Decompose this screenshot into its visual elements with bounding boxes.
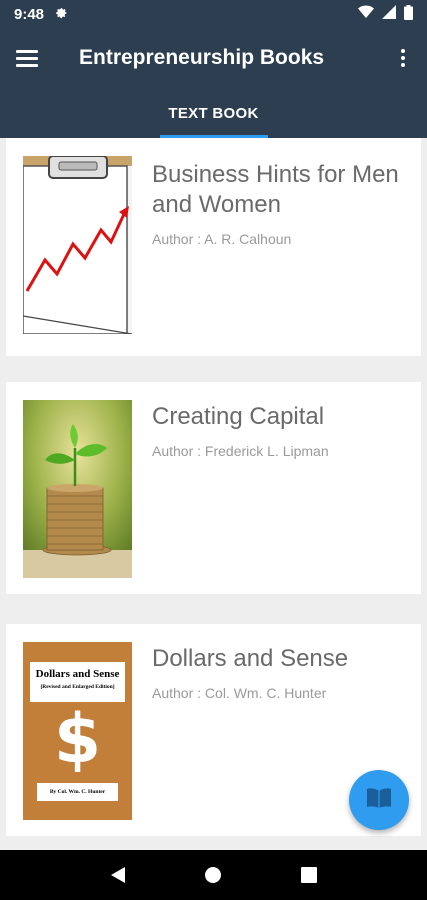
book-cover-image: Dollars and Sense [Revised and Enlarged … (23, 642, 132, 820)
book-title: Dollars and Sense (152, 645, 349, 672)
more-options-icon[interactable] (393, 44, 413, 72)
dollar-sign-icon: $ (53, 700, 102, 779)
back-button[interactable] (103, 860, 133, 890)
book-title: Creating Capital (152, 403, 325, 430)
book-icon (366, 787, 392, 814)
app-bar: Entrepreneurship Books TEXT BOOK (0, 28, 427, 138)
back-icon (110, 867, 125, 883)
cover-author: By Col. Wm. C. Hunter (49, 789, 106, 795)
tab-label: TEXT BOOK (168, 105, 259, 122)
book-card[interactable]: Business Hints for Men and Women Author … (6, 138, 421, 356)
signal-icon (382, 5, 396, 23)
recents-button[interactable] (294, 860, 324, 890)
book-author: Author : Col. Wm. C. Hunter (152, 685, 327, 701)
book-title: Business Hints for Men and Women (152, 161, 399, 218)
book-card[interactable]: Creating Capital Author : Frederick L. L… (6, 382, 421, 594)
cover-title: Dollars and Sense (35, 668, 120, 680)
system-navigation-bar (0, 850, 427, 900)
book-cover-image (23, 400, 132, 578)
status-bar: 9:48 (0, 0, 427, 28)
home-icon (205, 867, 222, 883)
cover-subtitle: [Revised and Enlarged Edition] (40, 684, 115, 690)
status-time: 9:48 (14, 5, 45, 23)
book-author: Author : A. R. Calhoun (152, 231, 292, 247)
settings-icon (54, 5, 68, 23)
recents-icon (301, 867, 318, 883)
open-book-fab[interactable] (349, 770, 409, 830)
book-cover-image (23, 156, 132, 334)
menu-icon[interactable] (16, 44, 46, 72)
book-list[interactable]: Business Hints for Men and Women Author … (0, 138, 427, 850)
home-button[interactable] (198, 860, 228, 890)
battery-icon (404, 4, 413, 24)
book-author: Author : Frederick L. Lipman (152, 443, 329, 459)
wifi-icon (358, 5, 374, 23)
app-title: Entrepreneurship Books (79, 46, 325, 69)
tab-text-book[interactable]: TEXT BOOK (0, 98, 427, 138)
